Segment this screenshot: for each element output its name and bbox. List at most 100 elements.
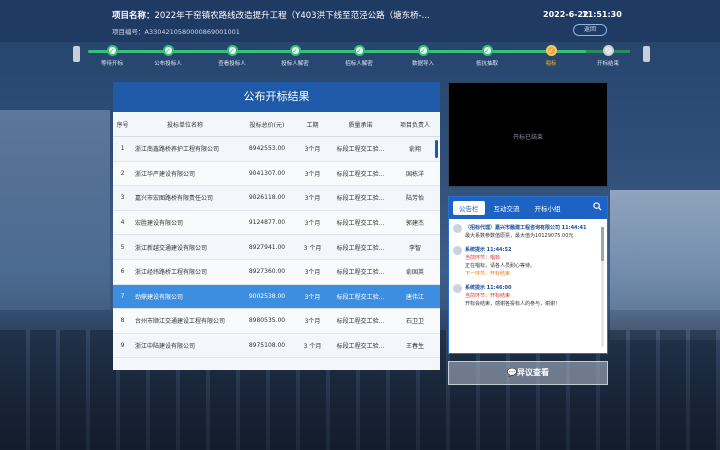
table-row[interactable]: 6 浙江经纬路桥工程有限公司 8927360.00 3个月 标段工程交工验... 俞国英 bbox=[113, 259, 440, 285]
project-no-label: 项目编号： bbox=[112, 28, 145, 36]
cell-quality: 标段工程交工验... bbox=[336, 343, 385, 351]
table-row[interactable]: 5 浙江新越交通建设有限公司 8927941.00 3 个月 标段工程交工验... 李智 bbox=[113, 235, 440, 260]
col-price: 投标总价(元) bbox=[249, 121, 285, 129]
check-icon: ✓ bbox=[417, 45, 429, 56]
col-quality: 质量承诺 bbox=[348, 121, 373, 129]
message-list: （招标代理）嘉兴市融建工程咨询有限公司 11:44:41 最大系数参数值原票，最大… bbox=[453, 224, 597, 349]
message-sender: 系统提示 bbox=[465, 247, 486, 253]
project-no-value: A3304210580000869001001 bbox=[144, 28, 240, 36]
avatar bbox=[453, 284, 462, 293]
objection-label: 异议查看 bbox=[516, 368, 549, 377]
cell-quality: 标段工程交工验... bbox=[336, 220, 385, 228]
cell-leader: 俞翔 bbox=[408, 146, 421, 154]
step-9: ✓ 开标结束 bbox=[578, 45, 638, 67]
message-text: 开标会结束，感谢各投标人的参与，谢谢！ bbox=[465, 301, 561, 307]
project-number: 项目编号：A3304210580000869001001 bbox=[112, 26, 240, 36]
cell-name: 浙江南鑫路桥养护工程有限公司 bbox=[135, 146, 220, 154]
cell-price: 8942553.00 bbox=[248, 145, 286, 153]
cell-quality: 标段工程交工验... bbox=[336, 244, 385, 252]
message-item: 系统提示 11:46:00 当前环节：开标结束 开标会结束，感谢各投标人的参与，谢谢… bbox=[453, 284, 597, 308]
message-text: 最大系数参数值原票，最大值为10129075.00元 bbox=[465, 233, 574, 239]
cell-price: 8980535.00 bbox=[248, 317, 286, 325]
table-row[interactable]: 2 浙江华严建设有限公司 9041307.00 3个月 标段工程交工验... 国栋洋 bbox=[113, 161, 440, 187]
cell-leader: 陆芳怡 bbox=[405, 195, 424, 203]
cell-period: 3 个月 bbox=[303, 343, 322, 351]
step-label: 开标结束 bbox=[596, 61, 619, 67]
search-icon[interactable] bbox=[593, 202, 602, 211]
message-tag: 当前环节：唱标 bbox=[465, 255, 501, 261]
message-scrollbar[interactable] bbox=[601, 227, 604, 347]
project-title: 项目名称：2022年干窑镇农路线改造提升工程（Y403洪下线至范泾公路（塘东桥-… bbox=[112, 9, 430, 21]
table-row[interactable]: 7 劲鼎建设有限公司 9002538.00 3个月 标段工程交工验... 唐伟江 bbox=[113, 284, 440, 310]
message-time: 11:44:41 bbox=[561, 225, 587, 231]
cell-no: 2 bbox=[120, 169, 125, 177]
step-label: 投标人解密 bbox=[281, 61, 309, 67]
results-scrollbar[interactable] bbox=[435, 140, 438, 158]
cell-name: 台州市顺江交通建设工程有限公司 bbox=[135, 318, 226, 326]
cell-leader: 唐伟江 bbox=[405, 293, 424, 301]
message-time: 11:46:00 bbox=[486, 285, 512, 291]
video-player[interactable]: 开标已结束 bbox=[448, 82, 608, 187]
message-item: 系统提示 11:44:52 当前环节：唱标 正在唱标，请各人员耐心等待。 下一环节：开… bbox=[453, 246, 597, 278]
cell-quality: 标段工程交工验... bbox=[336, 170, 385, 178]
table-row[interactable]: 8 台州市顺江交通建设工程有限公司 8980535.00 3个月 标段工程交工验... 石… bbox=[113, 309, 440, 334]
cell-leader: 石卫卫 bbox=[405, 318, 424, 326]
cell-no: 6 bbox=[120, 268, 125, 276]
check-icon: ✓ bbox=[162, 45, 174, 56]
check-icon: ✓ bbox=[226, 45, 238, 56]
cell-no: 5 bbox=[120, 243, 125, 251]
step-label: 招标人解密 bbox=[345, 61, 373, 67]
tab-opening-group[interactable]: 开标小组 bbox=[529, 201, 567, 215]
message-next: 下一环节：开标结束 bbox=[465, 271, 511, 277]
cell-name: 浙江新越交通建设有限公司 bbox=[135, 244, 208, 252]
step-label: 等待开标 bbox=[100, 61, 123, 67]
progress-steps: ✓ 等待开标 ✓ 公布投标人 ✓ 查看投标人 ✓ 投标人解密 ✓ 招标人解密 ✓ 数据导入 ✓ 抵抗抽取 ✓… bbox=[0, 42, 720, 74]
video-status: 开标已结束 bbox=[512, 134, 543, 141]
objection-view-button[interactable]: 💬异议查看 bbox=[448, 361, 608, 385]
check-icon: ✓ bbox=[106, 45, 118, 56]
cell-period: 3个月 bbox=[304, 269, 321, 277]
cell-period: 3个月 bbox=[304, 170, 321, 178]
table-row[interactable]: 4 宏胜建设有限公司 9124877.00 3个月 标段工程交工验... 郭建杰 bbox=[113, 210, 440, 236]
cell-no: 3 bbox=[120, 194, 125, 202]
project-name: 2022年干窑镇农路线改造提升工程（Y403洪下线至范泾公路（塘东桥-... bbox=[154, 11, 430, 21]
step-label: 查看投标人 bbox=[218, 61, 246, 67]
cell-leader: 李智 bbox=[408, 244, 421, 252]
pending-icon: ✓ bbox=[602, 45, 614, 56]
message-tabs: 公告栏 互动交流 开标小组 bbox=[449, 197, 607, 219]
cell-period: 3个月 bbox=[304, 146, 321, 154]
cell-price: 8927360.00 bbox=[248, 268, 286, 276]
steps-prev-button[interactable] bbox=[73, 46, 80, 62]
table-row[interactable]: 1 浙江南鑫路桥养护工程有限公司 8942553.00 3个月 标段工程交工验... 俞翔 bbox=[113, 137, 440, 162]
cell-price: 8975108.00 bbox=[248, 342, 286, 350]
message-panel: 公告栏 互动交流 开标小组 （招标代理）嘉兴市融建工程咨询有限公司 11:44:… bbox=[448, 196, 608, 354]
cell-price: 9002538.00 bbox=[248, 292, 286, 300]
message-text: 正在唱标，请各人员耐心等待。 bbox=[465, 263, 536, 269]
check-icon: ✓ bbox=[481, 45, 493, 56]
cell-quality: 标段工程交工验... bbox=[336, 318, 385, 326]
cell-price: 8927941.00 bbox=[248, 243, 286, 251]
table-row[interactable]: 3 嘉兴市宏图路桥有限责任公司 9026118.00 3个月 标段工程交工验... 陆芳怡 bbox=[113, 186, 440, 211]
cell-period: 3个月 bbox=[304, 318, 321, 326]
cell-name: 嘉兴市宏图路桥有限责任公司 bbox=[135, 195, 214, 203]
cell-price: 9026118.00 bbox=[248, 194, 286, 202]
message-sender: （招标代理）嘉兴市融建工程咨询有限公司 bbox=[465, 225, 561, 231]
cell-quality: 标段工程交工验... bbox=[336, 146, 385, 154]
message-sender: 系统提示 bbox=[465, 285, 486, 291]
cell-period: 3个月 bbox=[304, 195, 321, 203]
table-row[interactable]: 9 浙江中陆建设有限公司 8975108.00 3 个月 标段工程交工验... 王春生 bbox=[113, 334, 440, 359]
step-4: ✓ 投标人解密 bbox=[265, 45, 325, 67]
cell-name: 浙江华严建设有限公司 bbox=[135, 170, 196, 178]
col-name: 投标单位名称 bbox=[166, 121, 203, 129]
cell-leader: 王春生 bbox=[405, 343, 424, 351]
avatar bbox=[453, 246, 462, 255]
step-2: ✓ 公布投标人 bbox=[138, 45, 198, 67]
cell-no: 8 bbox=[120, 317, 125, 325]
steps-next-button[interactable] bbox=[643, 46, 650, 62]
back-button[interactable]: 返回 bbox=[573, 24, 607, 36]
cell-period: 3 个月 bbox=[303, 244, 322, 252]
tab-notice[interactable]: 公告栏 bbox=[453, 201, 485, 215]
tab-interaction[interactable]: 互动交流 bbox=[488, 201, 526, 215]
header-bar: 项目名称：2022年干窑镇农路线改造提升工程（Y403洪下线至范泾公路（塘东桥-… bbox=[0, 0, 720, 42]
step-label: 公布投标人 bbox=[154, 61, 182, 67]
